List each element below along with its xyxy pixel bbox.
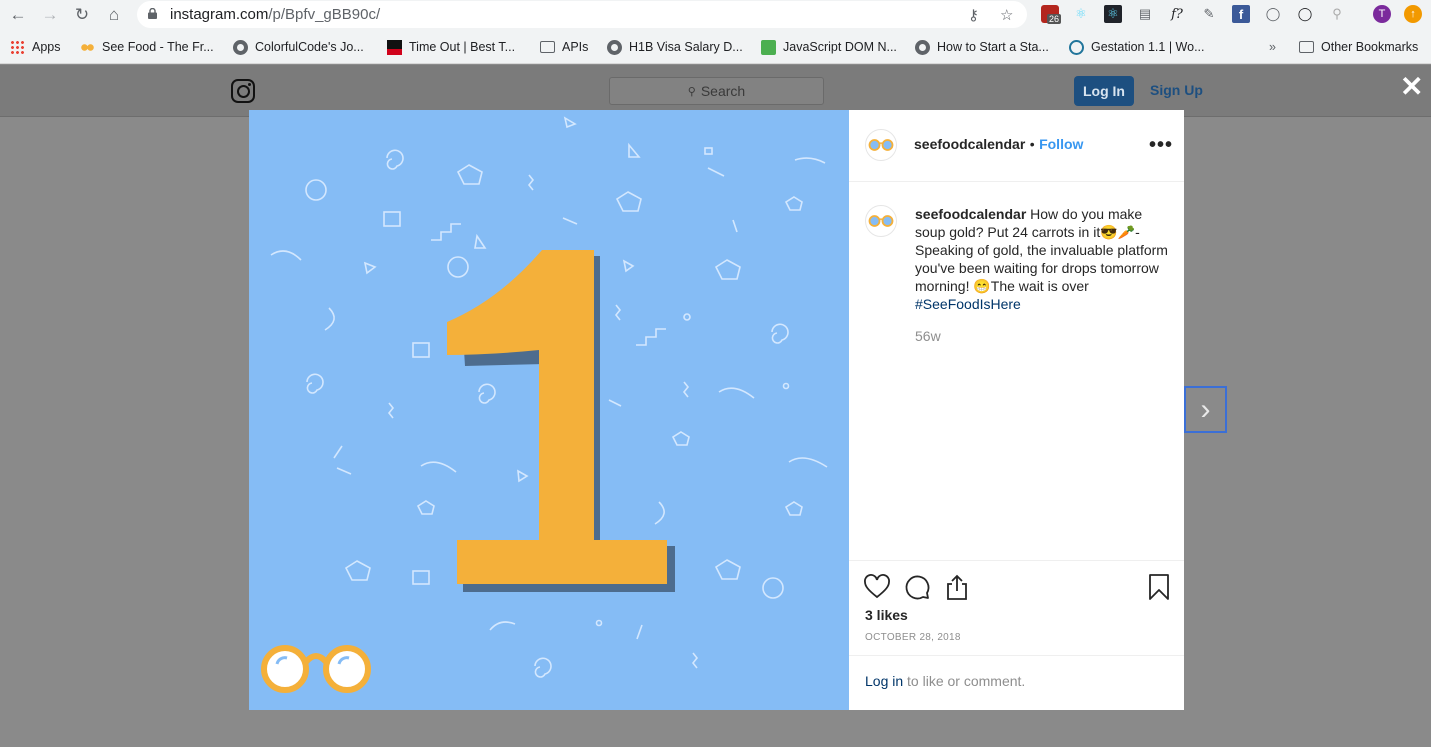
heart-icon[interactable] (863, 573, 891, 601)
bookmark-js-dom[interactable]: JavaScript DOM N... (761, 38, 897, 56)
timeout-icon (387, 39, 402, 55)
post-actions: 3 likes OCTOBER 28, 2018 (849, 560, 1184, 655)
eyedropper-icon[interactable]: ✎ (1200, 5, 1218, 23)
folder-icon (1299, 41, 1314, 53)
url-text: instagram.com/p/Bpfv_gBB90c/ (170, 6, 381, 23)
glasses-logo-icon (261, 645, 371, 693)
search-input[interactable]: ⚲ Search (609, 77, 824, 105)
share-icon[interactable] (943, 573, 971, 601)
caption-avatar[interactable] (865, 205, 897, 237)
react-devtools-icon[interactable]: ⚛ (1072, 5, 1090, 23)
avatar[interactable] (865, 129, 897, 161)
apps-grid-icon (10, 39, 25, 55)
react-devtools-alt-icon[interactable]: ⚛ (1104, 5, 1122, 23)
bookmark-apis[interactable]: APIs (540, 38, 588, 56)
home-icon[interactable]: ⌂ (103, 4, 125, 26)
more-options-icon[interactable]: ••• (1149, 134, 1173, 157)
layout-extension-icon[interactable]: ▤ (1136, 5, 1154, 23)
login-button[interactable]: Log In (1074, 76, 1134, 106)
follow-button[interactable]: Follow (1039, 136, 1083, 152)
bookmark-start-startup[interactable]: How to Start a Sta... (915, 38, 1049, 56)
address-bar[interactable]: instagram.com/p/Bpfv_gBB90c/ ⚷ ☆ (137, 1, 1027, 28)
caption-username-link[interactable]: seefoodcalendar (915, 206, 1026, 222)
update-icon[interactable]: ↑ (1404, 5, 1422, 23)
bookmark-icon[interactable] (1145, 573, 1173, 601)
globe-icon (607, 39, 622, 55)
glasses-icon (868, 215, 894, 227)
post-author-line: seefoodcalendar • Follow (914, 136, 1083, 154)
post-date: OCTOBER 28, 2018 (865, 632, 961, 643)
bookmark-h1b[interactable]: H1B Visa Salary D... (607, 38, 743, 56)
post-panel: seefoodcalendar • Follow ••• seefoodcale… (849, 110, 1184, 710)
numeral-one-shape (447, 250, 667, 584)
bookmarks-overflow-button[interactable]: » (1269, 38, 1276, 56)
profile-avatar[interactable]: T (1373, 5, 1391, 23)
facebook-icon[interactable]: f (1232, 5, 1250, 23)
comment-icon[interactable] (903, 573, 931, 601)
bookmark-star-icon[interactable]: ☆ (1000, 6, 1013, 24)
globe-icon (915, 39, 930, 55)
comment-prompt: Log in to like or comment. (849, 655, 1184, 710)
number-one-illustration (261, 116, 828, 693)
w3-icon (761, 39, 776, 55)
bookmark-colorfulcode[interactable]: ColorfulCode's Jo... (233, 38, 364, 56)
post-age[interactable]: 56w (915, 328, 941, 344)
forward-arrow-icon[interactable]: → (39, 4, 61, 26)
signup-link[interactable]: Sign Up (1150, 82, 1203, 98)
extension-circle-icon[interactable]: ◯ (1264, 5, 1282, 23)
bookmark-gestation[interactable]: Gestation 1.1 | Wo... (1069, 38, 1205, 56)
likes-count[interactable]: 3 likes (865, 607, 908, 623)
glasses-icon (868, 139, 894, 151)
back-arrow-icon[interactable]: ← (7, 4, 29, 26)
bookmark-see-food[interactable]: See Food - The Fr... (80, 38, 214, 56)
other-bookmarks[interactable]: Other Bookmarks (1299, 38, 1418, 56)
bookmark-apps[interactable]: Apps (10, 38, 61, 56)
lock-icon (148, 8, 157, 19)
hashtag-link[interactable]: #SeeFoodIsHere (915, 296, 1021, 312)
post-image[interactable] (249, 110, 849, 710)
extension-generic-icon[interactable]: ⚲ (1328, 5, 1346, 23)
reload-icon[interactable]: ↻ (71, 4, 93, 26)
next-post-chevron-icon[interactable]: › (1184, 386, 1227, 433)
formula-extension-icon[interactable]: f? (1168, 5, 1186, 23)
separator-dot: • (1029, 136, 1035, 152)
wordpress-icon (1069, 39, 1084, 55)
bookmark-timeout[interactable]: Time Out | Best T... (387, 38, 515, 56)
folder-icon (540, 41, 555, 53)
post-caption: seefoodcalendar How do you make soup gol… (915, 205, 1175, 313)
bookmarks-bar: Apps See Food - The Fr... ColorfulCode's… (0, 30, 1431, 64)
comment-prompt-text: to like or comment. (903, 673, 1026, 689)
glasses-icon (80, 39, 95, 55)
key-icon[interactable]: ⚷ (968, 6, 979, 24)
browser-toolbar: ← → ↻ ⌂ instagram.com/p/Bpfv_gBB90c/ ⚷ ☆… (0, 0, 1431, 30)
search-icon: ⚲ (687, 85, 696, 98)
globe-icon (233, 39, 248, 55)
extension-ublock-icon[interactable]: 26 (1041, 5, 1062, 24)
close-icon[interactable]: ✕ (1400, 73, 1423, 101)
comment-login-link[interactable]: Log in (865, 673, 903, 689)
username-link[interactable]: seefoodcalendar (914, 136, 1025, 152)
post-header: seefoodcalendar • Follow ••• (849, 110, 1184, 182)
instagram-logo-icon[interactable] (231, 79, 255, 103)
extension-ring-icon[interactable]: ◯ (1296, 5, 1314, 23)
